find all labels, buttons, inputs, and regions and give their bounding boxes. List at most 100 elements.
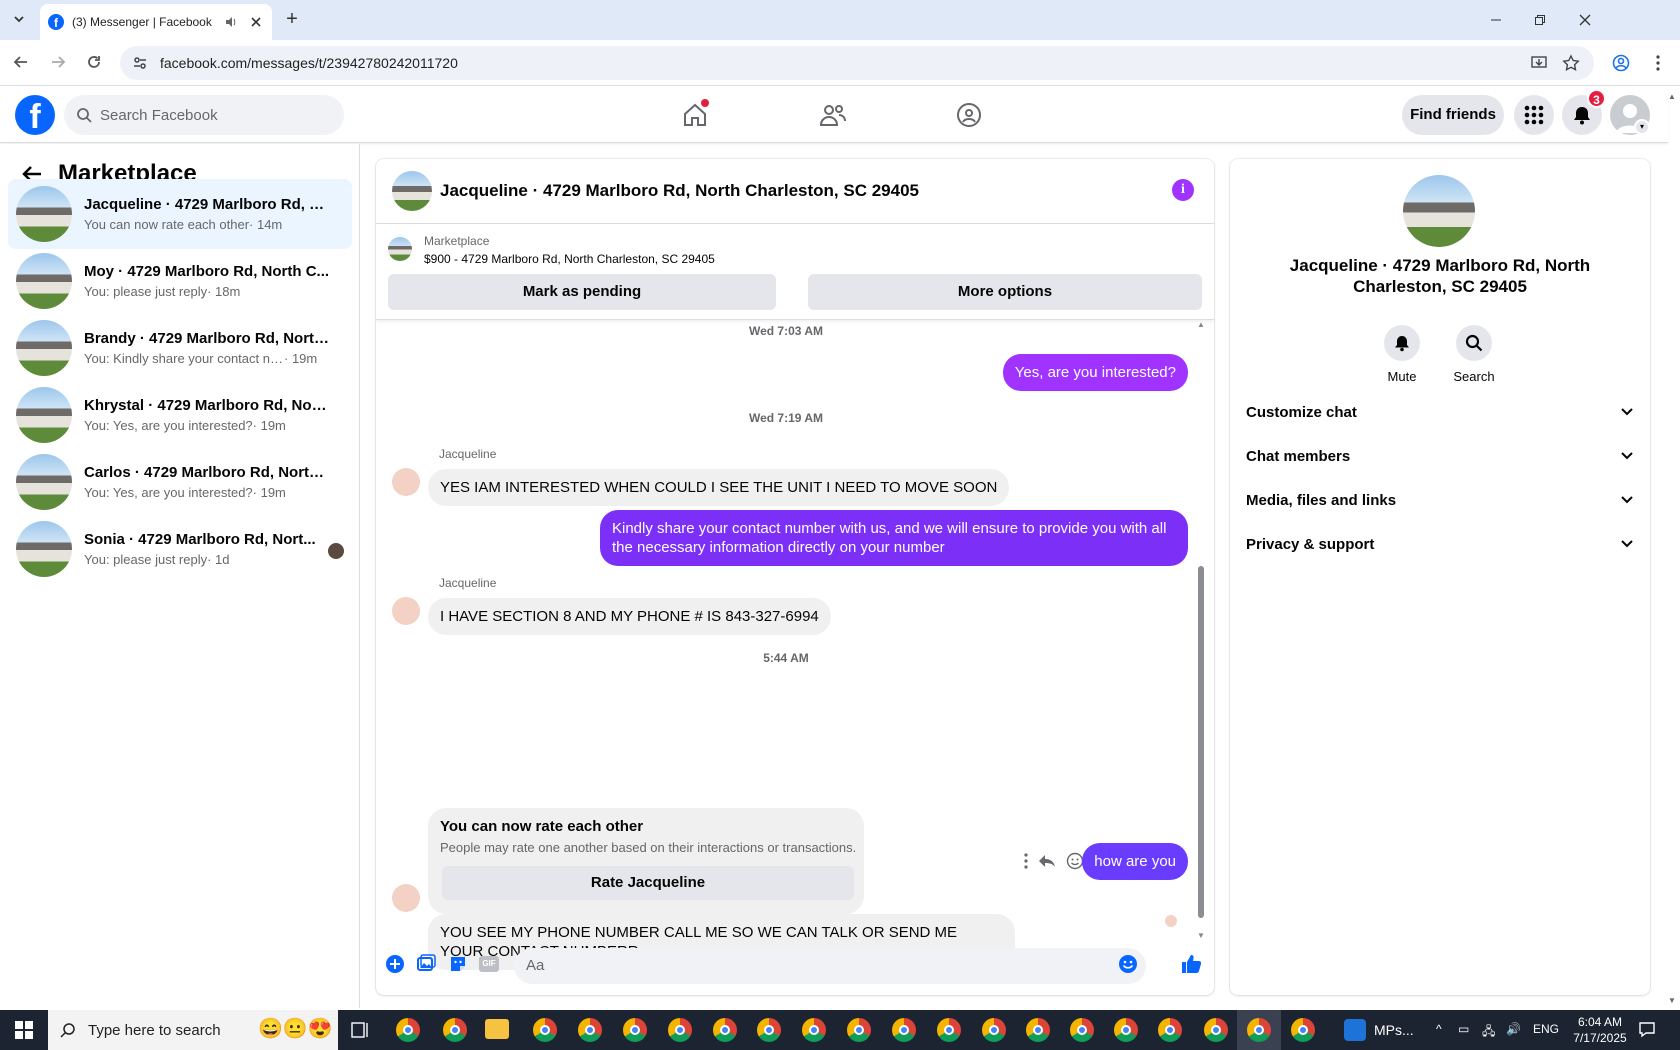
- forward-arrow-icon[interactable]: [47, 51, 69, 73]
- thread-scrollbar[interactable]: ▲ ▼: [1196, 320, 1206, 940]
- chat-members-section[interactable]: Chat members: [1246, 436, 1634, 476]
- customize-chat-section[interactable]: Customize chat: [1246, 392, 1634, 432]
- outgoing-message[interactable]: how are you: [1082, 843, 1188, 880]
- chat-list-item[interactable]: Sonia · 4729 Marlboro Rd, Nort... You: pl…: [8, 514, 352, 584]
- chrome-window-icon[interactable]: [802, 1018, 826, 1042]
- chrome-window-icon[interactable]: [578, 1018, 602, 1042]
- listing-thumbnail[interactable]: [388, 237, 412, 261]
- reply-icon[interactable]: [1038, 853, 1056, 869]
- chrome-window-icon[interactable]: [1070, 1018, 1094, 1042]
- sticker-icon[interactable]: [447, 953, 469, 975]
- outgoing-message[interactable]: Yes, are you interested?: [1002, 354, 1188, 391]
- language-indicator[interactable]: ENG: [1533, 1022, 1559, 1036]
- chat-list-item[interactable]: Moy · 4729 Marlboro Rd, North C... You: p…: [8, 246, 352, 316]
- page-scroll-up-icon[interactable]: ▲: [1668, 92, 1680, 102]
- chrome-window-icon[interactable]: [533, 1018, 557, 1042]
- listing-title[interactable]: $900 - 4729 Marlboro Rd, North Charlesto…: [424, 252, 715, 266]
- conversation-avatar[interactable]: [392, 171, 432, 211]
- chrome-window-icon[interactable]: [937, 1018, 961, 1042]
- network-icon[interactable]: 🖧: [1482, 1022, 1495, 1043]
- account-chevron-down-icon[interactable]: ▾: [1634, 119, 1650, 135]
- message-input[interactable]: Aa: [514, 948, 1146, 984]
- back-arrow-icon[interactable]: [10, 51, 32, 73]
- more-options-button[interactable]: More options: [808, 274, 1202, 310]
- taskbar-clock[interactable]: 6:04 AM 7/17/2025: [1572, 1014, 1628, 1046]
- chrome-window-icon[interactable]: [623, 1018, 647, 1042]
- sender-avatar[interactable]: [392, 884, 420, 912]
- minimize-icon[interactable]: [1484, 8, 1508, 32]
- chrome-window-icon[interactable]: [668, 1018, 692, 1042]
- reload-icon[interactable]: [83, 51, 105, 73]
- incoming-message[interactable]: I HAVE SECTION 8 AND MY PHONE # IS 843-3…: [428, 598, 831, 635]
- gif-icon[interactable]: GIF: [478, 953, 500, 975]
- chrome-window-icon[interactable]: [396, 1018, 420, 1042]
- emoji-icon[interactable]: [1117, 953, 1139, 975]
- menu-grid-icon[interactable]: [1514, 95, 1554, 135]
- rate-jacqueline-button[interactable]: Rate Jacqueline: [442, 866, 854, 900]
- file-explorer-icon[interactable]: [485, 1019, 509, 1039]
- mark-as-pending-button[interactable]: Mark as pending: [388, 274, 776, 310]
- more-actions-icon[interactable]: [1024, 853, 1028, 869]
- chrome-window-icon[interactable]: [982, 1018, 1006, 1042]
- search-highlight-emoji-icon[interactable]: 😄😐😍: [258, 1016, 333, 1041]
- chrome-window-icon[interactable]: [1291, 1018, 1315, 1042]
- more-actions-plus-icon[interactable]: [384, 953, 406, 975]
- scroll-up-arrow-icon[interactable]: ▲: [1197, 320, 1205, 329]
- conversation-title[interactable]: Jacqueline · 4729 Marlboro Rd, North Cha…: [440, 181, 919, 201]
- task-view-icon[interactable]: [350, 1020, 370, 1040]
- chrome-window-icon[interactable]: [443, 1018, 467, 1042]
- tray-chevron-up-icon[interactable]: ^: [1436, 1022, 1442, 1036]
- window-close-icon[interactable]: [1573, 8, 1597, 32]
- profile-icon[interactable]: [1610, 52, 1632, 74]
- windows-start-icon[interactable]: [0, 1010, 48, 1050]
- mute-button[interactable]: Mute: [1372, 325, 1432, 384]
- facebook-search-input[interactable]: Search Facebook: [64, 95, 344, 135]
- browser-menu-icon[interactable]: [1647, 52, 1669, 74]
- taskbar-app-mps[interactable]: MPs...: [1344, 1010, 1414, 1050]
- audio-playing-icon[interactable]: [224, 15, 238, 29]
- search-in-conversation-button[interactable]: Search: [1444, 325, 1504, 384]
- attach-photo-icon[interactable]: [415, 953, 437, 975]
- chat-list-item[interactable]: Brandy · 4729 Marlboro Rd, North ... You:…: [8, 313, 352, 383]
- chat-list-item[interactable]: Jacqueline · 4729 Marlboro Rd, No... You …: [8, 179, 352, 249]
- chrome-window-icon[interactable]: [1026, 1018, 1050, 1042]
- tab-search-chevron-icon[interactable]: [8, 8, 30, 30]
- browser-tab[interactable]: f (3) Messenger | Facebook: [40, 4, 272, 40]
- bookmark-star-icon[interactable]: [1560, 52, 1582, 74]
- chrome-window-icon[interactable]: [1247, 1018, 1271, 1042]
- info-icon[interactable]: i: [1172, 179, 1194, 201]
- outgoing-message[interactable]: Kindly share your contact number with us…: [600, 510, 1188, 566]
- facebook-logo-icon[interactable]: f: [15, 95, 55, 135]
- chrome-window-icon[interactable]: [757, 1018, 781, 1042]
- restore-icon[interactable]: [1528, 8, 1552, 32]
- notification-center-icon[interactable]: [1638, 1020, 1656, 1038]
- find-friends-button[interactable]: Find friends: [1402, 95, 1504, 135]
- tray-meet-icon[interactable]: ▭: [1458, 1022, 1469, 1036]
- friends-icon[interactable]: [813, 95, 853, 135]
- scrollbar-thumb[interactable]: [1198, 566, 1204, 918]
- chrome-window-icon[interactable]: [1114, 1018, 1138, 1042]
- chat-list-item[interactable]: Khrystal · 4729 Marlboro Rd, Nort... You:…: [8, 380, 352, 450]
- privacy-support-section[interactable]: Privacy & support: [1246, 524, 1634, 564]
- chrome-window-icon[interactable]: [713, 1018, 737, 1042]
- sender-avatar[interactable]: [392, 468, 420, 496]
- home-icon[interactable]: [675, 95, 715, 135]
- chrome-window-icon[interactable]: [847, 1018, 871, 1042]
- chat-list-item[interactable]: Carlos · 4729 Marlboro Rd, North ... You:…: [8, 447, 352, 517]
- sender-avatar[interactable]: [392, 597, 420, 625]
- notifications-bell-icon[interactable]: 3: [1562, 89, 1606, 135]
- groups-icon[interactable]: [949, 95, 989, 135]
- page-scroll-down-icon[interactable]: ▼: [1668, 996, 1680, 1006]
- chrome-window-icon[interactable]: [892, 1018, 916, 1042]
- address-bar[interactable]: facebook.com/messages/t/2394278024201172…: [120, 46, 1594, 80]
- volume-icon[interactable]: 🔊: [1506, 1022, 1521, 1036]
- media-files-links-section[interactable]: Media, files and links: [1246, 480, 1634, 520]
- install-app-icon[interactable]: [1528, 52, 1550, 74]
- thumbs-up-like-icon[interactable]: [1180, 953, 1202, 975]
- chrome-window-icon[interactable]: [1204, 1018, 1228, 1042]
- chrome-window-icon[interactable]: [1158, 1018, 1182, 1042]
- tab-close-icon[interactable]: [248, 14, 264, 30]
- new-tab-plus-icon[interactable]: +: [282, 9, 302, 30]
- site-settings-icon[interactable]: [132, 55, 148, 71]
- incoming-message[interactable]: YES IAM INTERESTED WHEN COULD I SEE THE …: [428, 469, 1010, 506]
